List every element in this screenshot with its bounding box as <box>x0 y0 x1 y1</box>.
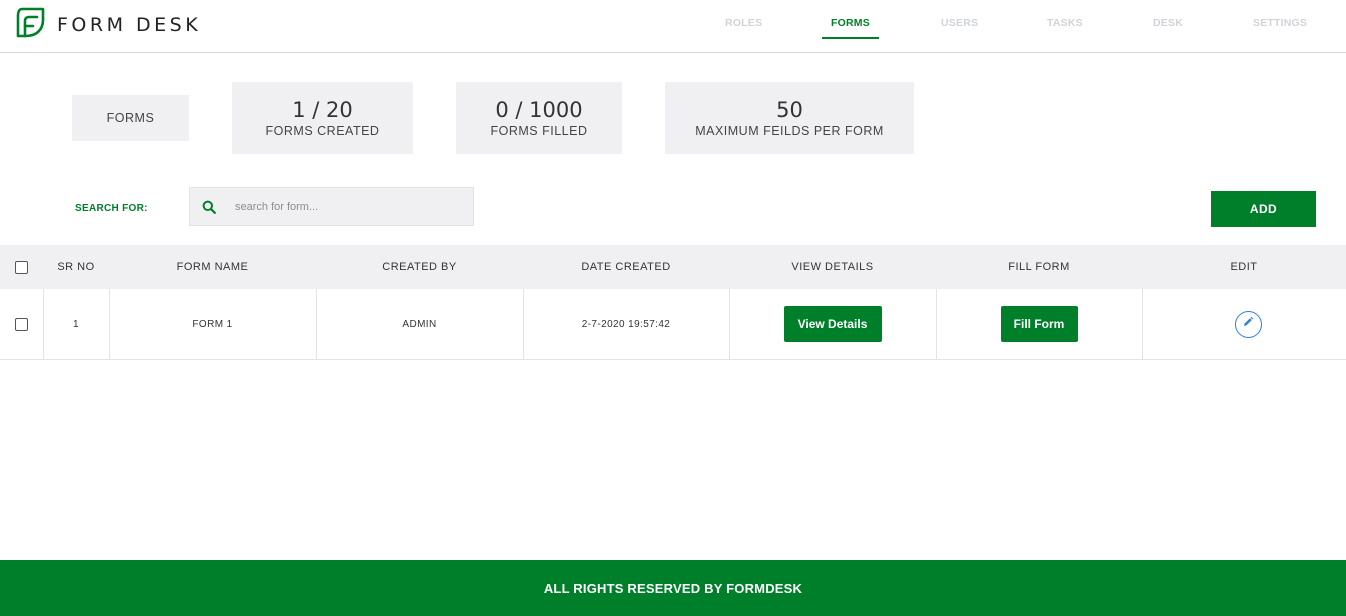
forms-filled-stat: 0 / 1000 FORMS FILLED <box>456 82 622 154</box>
main-nav: ROLES FORMS USERS TASKS DESK SETTINGS <box>0 0 1346 52</box>
cell-fill-form: Fill Form <box>936 289 1142 359</box>
view-details-button[interactable]: View Details <box>783 306 882 342</box>
select-all-cell <box>0 245 43 289</box>
forms-section-label: FORMS <box>72 95 189 141</box>
search-input[interactable] <box>235 200 455 213</box>
page-footer: ALL RIGHTS RESERVED BY FORMDESK <box>0 560 1346 616</box>
nav-item-roles[interactable]: ROLES <box>725 17 762 29</box>
nav-item-users[interactable]: USERS <box>941 17 978 29</box>
table-header: SR NO FORM NAME CREATED BY DATE CREATED … <box>0 245 1346 289</box>
add-form-button[interactable]: ADD <box>1211 191 1316 227</box>
search-box[interactable] <box>189 187 474 226</box>
header-created-by: CREATED BY <box>382 261 457 273</box>
max-fields-value: 50 <box>776 98 803 122</box>
top-header: FORM DESK ROLES FORMS USERS TASKS DESK S… <box>0 0 1346 53</box>
search-label: SEARCH FOR: <box>75 203 148 214</box>
header-fill-form: FILL FORM <box>1008 261 1070 273</box>
forms-filled-value: 0 / 1000 <box>495 98 583 122</box>
search-icon[interactable] <box>201 199 217 215</box>
row-select-cell <box>0 289 43 359</box>
fill-form-button[interactable]: Fill Form <box>1000 306 1078 342</box>
header-view-details: VIEW DETAILS <box>791 261 874 273</box>
edit-button[interactable] <box>1234 310 1262 338</box>
select-all-checkbox[interactable] <box>15 260 28 274</box>
header-sr-no: SR NO <box>57 261 95 273</box>
active-nav-indicator <box>822 37 879 39</box>
cell-edit <box>1142 289 1346 359</box>
max-fields-stat: 50 MAXIMUM FEILDS PER FORM <box>665 82 914 154</box>
row-checkbox[interactable] <box>15 317 28 331</box>
header-form-name: FORM NAME <box>176 261 249 273</box>
max-fields-label: MAXIMUM FEILDS PER FORM <box>695 124 884 138</box>
forms-filled-label: FORMS FILLED <box>490 124 588 138</box>
pencil-icon <box>1242 315 1254 333</box>
cell-view-details: View Details <box>729 289 936 359</box>
forms-section-label-text: FORMS <box>106 111 155 125</box>
footer-text: ALL RIGHTS RESERVED BY FORMDESK <box>543 580 803 596</box>
nav-item-tasks[interactable]: TASKS <box>1047 17 1083 29</box>
nav-item-forms[interactable]: FORMS <box>831 17 870 29</box>
nav-item-settings[interactable]: SETTINGS <box>1253 17 1307 29</box>
cell-sr-no: 1 <box>73 318 79 330</box>
cell-created-by: ADMIN <box>402 318 437 330</box>
cell-form-name: FORM 1 <box>192 318 233 330</box>
forms-created-label: FORMS CREATED <box>265 124 380 138</box>
forms-created-value: 1 / 20 <box>292 98 353 122</box>
header-date-created: DATE CREATED <box>581 261 671 273</box>
forms-created-stat: 1 / 20 FORMS CREATED <box>232 82 413 154</box>
header-edit: EDIT <box>1230 261 1258 273</box>
cell-date-created: 2-7-2020 19:57:42 <box>581 318 671 330</box>
table-row: 1 FORM 1 ADMIN 2-7-2020 19:57:42 View De… <box>0 289 1346 360</box>
nav-item-desk[interactable]: DESK <box>1153 17 1183 29</box>
